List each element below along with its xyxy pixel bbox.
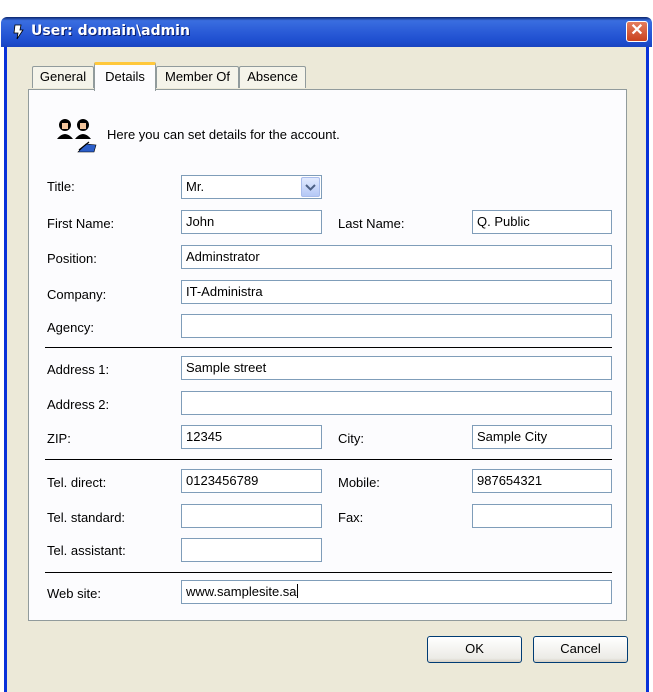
ok-button[interactable]: OK [427,636,522,663]
divider [45,347,612,348]
position-field[interactable]: Adminstrator [181,245,612,269]
website-value: www.samplesite.sa [186,584,297,599]
intro-text: Here you can set details for the account… [107,127,340,142]
cancel-button[interactable]: Cancel [533,636,628,663]
mobile-field[interactable]: 987654321 [472,469,612,493]
zip-label: ZIP: [47,431,71,446]
address2-label: Address 2: [47,397,110,412]
dropdown-button[interactable] [301,177,320,197]
first-name-field[interactable]: John [181,210,322,234]
tel-assistant-label: Tel. assistant: [47,543,126,558]
city-field[interactable]: Sample City [472,425,612,449]
company-label: Company: [47,287,107,302]
mobile-label: Mobile: [338,475,380,490]
website-field[interactable]: www.samplesite.sa [181,580,612,604]
tel-direct-label: Tel. direct: [47,475,107,490]
last-name-field[interactable]: Q. Public [472,210,612,234]
fax-label: Fax: [338,510,364,525]
agency-label: Agency: [47,320,94,335]
chevron-down-icon [305,184,316,191]
position-value: Adminstrator [186,249,260,264]
address1-value: Sample street [186,360,267,375]
cancel-button-label: Cancel [560,641,601,656]
users-icon [57,119,97,153]
zip-value: 12345 [186,429,223,444]
fax-field[interactable] [472,504,612,528]
ok-button-label: OK [465,641,484,656]
title-select-value: Mr. [186,179,205,194]
mobile-value: 987654321 [477,473,543,488]
position-label: Position: [47,251,97,266]
company-field[interactable]: IT-Administra [181,280,612,304]
city-label: City: [338,431,364,446]
company-value: IT-Administra [186,284,263,299]
text-cursor [296,584,298,598]
website-label: Web site: [47,586,101,601]
address1-label: Address 1: [47,362,110,377]
address1-field[interactable]: Sample street [181,356,612,380]
tel-assistant-field[interactable] [181,538,322,562]
zip-field[interactable]: 12345 [181,425,322,449]
address2-field[interactable] [181,391,612,415]
divider [45,459,612,460]
tel-direct-field[interactable]: 0123456789 [181,469,322,493]
last-name-label: Last Name: [338,216,405,231]
tel-standard-label: Tel. standard: [47,510,126,525]
tel-direct-value: 0123456789 [186,473,259,488]
first-name-value: John [186,214,215,229]
first-name-label: First Name: [47,216,115,231]
title-select[interactable]: Mr. [181,175,322,199]
divider [45,572,612,573]
agency-field[interactable] [181,314,612,338]
last-name-value: Q. Public [477,214,530,229]
title-label: Title: [47,179,75,194]
city-value: Sample City [477,429,548,444]
tel-standard-field[interactable] [181,504,322,528]
